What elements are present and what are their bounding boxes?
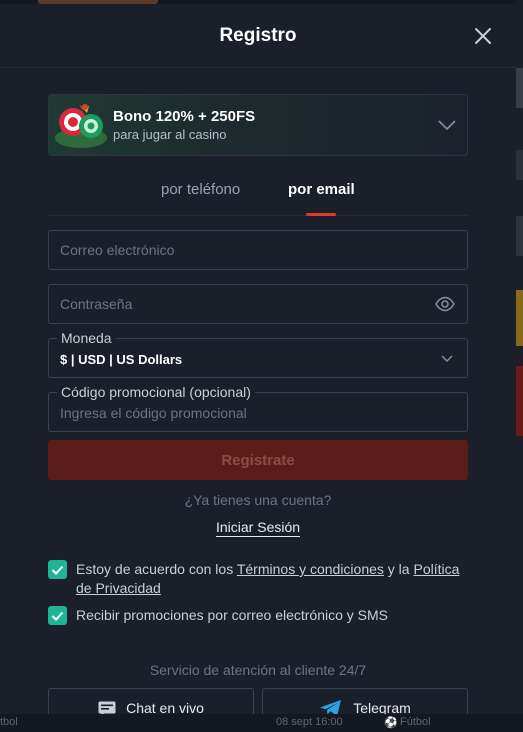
background-thumb [516, 366, 523, 436]
ticker-sport-left: tbol [0, 716, 18, 728]
promotions-checkbox[interactable] [48, 606, 67, 625]
background-thumb [516, 290, 523, 346]
background-thumb [516, 150, 523, 180]
login-link[interactable]: Iniciar Sesión [216, 519, 301, 537]
bonus-subtitle: para jugar al casino [113, 127, 227, 142]
registration-modal: Registro Bono 120% + 250FS para jugar al… [0, 4, 516, 714]
live-chat-label: Chat en vivo [126, 700, 204, 714]
background-thumb [516, 216, 523, 256]
chevron-down-icon [441, 355, 453, 362]
bonus-text: Bono 120% + 250FS para jugar al casino [113, 108, 427, 142]
bonus-title: Bono 120% + 250FS [113, 108, 256, 125]
terms-consent-row: Estoy de acuerdo con los Términos y cond… [48, 560, 468, 598]
telegram-label: Telegram [353, 700, 411, 714]
football-icon: ⚽ [384, 717, 398, 729]
password-field [48, 284, 468, 324]
promotions-text: Recibir promociones por correo electróni… [76, 607, 389, 623]
currency-select[interactable]: Moneda $ | USD | US Dollars [48, 330, 468, 378]
currency-label: Moneda [57, 330, 116, 346]
check-icon [51, 611, 64, 621]
bonus-chips-image [49, 94, 113, 156]
close-icon[interactable] [472, 25, 494, 47]
registration-tabs: por teléfono por email [48, 176, 468, 216]
bonus-chevron [427, 119, 467, 131]
support-title: Servicio de atención al cliente 24/7 [149, 662, 367, 678]
terms-text: Estoy de acuerdo con los Términos y cond… [76, 560, 468, 598]
email-field [48, 230, 468, 270]
background-thumb [516, 68, 523, 108]
have-account-text: ¿Ya tienes una cuenta? [184, 492, 332, 508]
bottom-ticker: tbol 08 sept 16:00 ⚽ Fútbol [0, 714, 523, 732]
ticker-date: 08 sept 16:00 [276, 716, 343, 728]
check-icon [51, 565, 64, 575]
terms-prefix: Estoy de acuerdo con los [76, 561, 237, 577]
active-tab-indicator [306, 213, 336, 216]
telegram-icon [320, 700, 342, 714]
chat-icon [98, 701, 116, 714]
register-button[interactable]: Registrate [48, 440, 468, 480]
live-chat-button[interactable]: Chat en vivo [48, 688, 254, 714]
tab-by-phone[interactable]: por teléfono [161, 181, 240, 198]
password-input[interactable] [49, 285, 467, 323]
telegram-button[interactable]: Telegram [262, 688, 468, 714]
promo-code-label: Código promocional (opcional) [57, 384, 255, 400]
currency-value: $ | USD | US Dollars [60, 352, 183, 367]
modal-header: Registro [0, 4, 516, 68]
chevron-down-icon [438, 120, 456, 131]
terms-link[interactable]: Términos y condiciones [237, 561, 384, 577]
ticker-sport: Fútbol [400, 716, 431, 728]
terms-checkbox[interactable] [48, 560, 67, 579]
email-input[interactable] [49, 231, 467, 269]
eye-icon[interactable] [435, 296, 455, 312]
tab-by-email[interactable]: por email [288, 181, 355, 198]
promotions-consent-row: Recibir promociones por correo electróni… [48, 606, 388, 625]
modal-title: Registro [219, 24, 297, 46]
promo-code-field: Código promocional (opcional) [48, 384, 468, 432]
bonus-selector[interactable]: Bono 120% + 250FS para jugar al casino [48, 94, 468, 156]
terms-middle: y la [383, 561, 414, 577]
